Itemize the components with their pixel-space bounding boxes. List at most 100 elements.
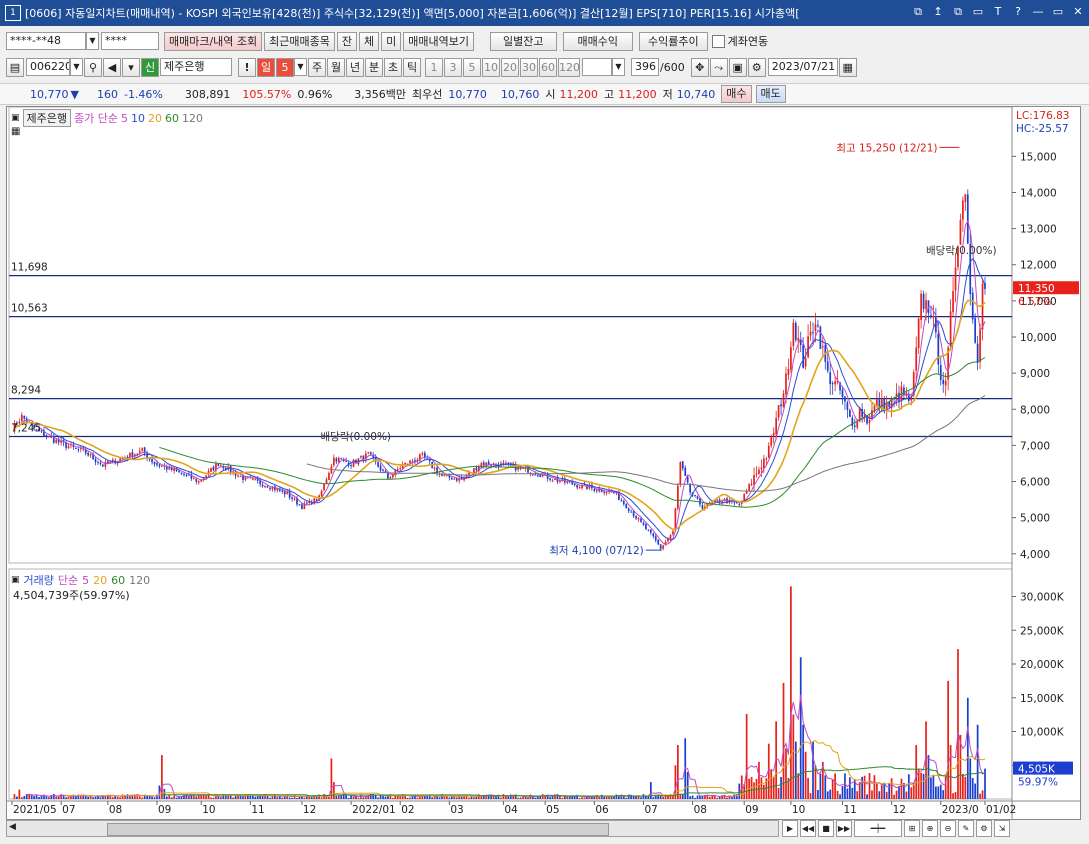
stock-code-input[interactable]: 006220 — [26, 58, 70, 76]
candle-body — [755, 473, 758, 475]
bar-count-input[interactable]: 396 — [631, 58, 659, 76]
search-icon[interactable]: ⚲ — [84, 57, 102, 77]
volume-bar — [20, 797, 23, 799]
scroll-left-icon[interactable]: ◀ — [9, 822, 16, 832]
chart-settings-icon[interactable]: ⚙ — [976, 820, 992, 837]
grid-toggle-icon[interactable]: ▦ — [11, 126, 20, 137]
candle-body — [701, 505, 704, 509]
period-month-button[interactable]: 월 — [327, 57, 345, 77]
zoom-slider[interactable]: ━┿━ — [854, 820, 902, 837]
fast-forward-icon[interactable]: ▶▶ — [836, 820, 852, 837]
interval-30-button[interactable]: 30 — [520, 57, 538, 77]
volume-ratio: 105.57% — [242, 87, 292, 101]
candle-body — [350, 465, 352, 467]
volume-bar — [254, 796, 257, 799]
tool-icon[interactable]: ⤳ — [709, 57, 728, 77]
candle-body — [183, 473, 185, 475]
buy-button[interactable]: 매수 — [721, 85, 752, 103]
speaker-icon[interactable]: ◀ — [103, 57, 121, 77]
current-price-tag-label: 11,350 — [1018, 283, 1055, 295]
volume-collapse-icon[interactable]: ▣ — [11, 575, 20, 585]
interval-10-button[interactable]: 10 — [482, 57, 500, 77]
link-icon[interactable]: ⧉ — [911, 4, 925, 20]
interval-3-button[interactable]: 3 — [444, 57, 462, 77]
period-dropdown-icon[interactable]: ▼ — [294, 58, 307, 76]
chart-navigation: ▶ ◀◀ ■ ▶▶ ━┿━ ⊞ ⊕ ⊖ ✎ ⚙ ⇲ — [782, 820, 1010, 837]
collapse-icon[interactable]: ▣ — [11, 113, 20, 123]
low-annotation: 최저 4,100 (07/12) — [549, 545, 644, 557]
volume-bar — [126, 794, 129, 799]
period-week-button[interactable]: 주 — [308, 57, 326, 77]
volume-bar — [116, 796, 119, 799]
trade-profit-button[interactable]: 매매수익 — [562, 31, 633, 51]
interval-5-button[interactable]: 5 — [463, 57, 481, 77]
password-input[interactable]: **** — [101, 32, 159, 50]
pen-icon[interactable]: ✎ — [958, 820, 974, 837]
account-input[interactable]: ****-**48 — [6, 32, 86, 50]
settings-icon[interactable]: ⚙ — [747, 57, 766, 77]
candle-body — [180, 472, 183, 474]
pin-icon[interactable]: ↥ — [931, 4, 945, 20]
interval-20-button[interactable]: 20 — [501, 57, 519, 77]
stop-icon[interactable]: ■ — [818, 820, 834, 837]
turnover-rate: 0.96% — [297, 87, 333, 101]
volume-bar — [711, 795, 714, 799]
export-icon[interactable]: ⇲ — [994, 820, 1010, 837]
help-icon[interactable]: ? — [1011, 4, 1025, 20]
account-link-checkbox[interactable] — [711, 34, 725, 48]
sell-button[interactable]: 매도 — [755, 85, 786, 103]
alert-icon[interactable]: ! — [238, 57, 256, 77]
pan-icon[interactable]: ✥ — [690, 57, 709, 77]
executed-button[interactable]: 체 — [359, 31, 380, 51]
candle-body — [195, 478, 198, 482]
copy-icon[interactable]: ⧉ — [951, 4, 965, 20]
volume-bar — [357, 797, 360, 799]
close-icon[interactable]: ✕ — [1071, 4, 1085, 20]
trade-history-button[interactable]: 매매내역보기 — [403, 31, 475, 51]
recent-trades-button[interactable]: 최근매매종목 — [264, 31, 335, 51]
code-dropdown-icon[interactable]: ▼ — [70, 58, 83, 76]
period-day-button[interactable]: 일 — [257, 57, 275, 77]
legend-stock-name[interactable]: 제주은행 — [22, 109, 71, 127]
list-icon[interactable]: ▾ — [122, 57, 140, 77]
candle-body — [578, 487, 581, 489]
candle-body — [635, 516, 637, 519]
return-trend-button[interactable]: 수익률추이 — [638, 31, 708, 51]
interval-dropdown-icon[interactable]: ▼ — [612, 58, 625, 76]
daily-balance-button[interactable]: 일별잔고 — [490, 31, 557, 51]
time-tick-label: 11 — [843, 804, 856, 816]
chart-menu-icon[interactable]: ▤ — [6, 57, 24, 77]
account-dropdown-icon[interactable]: ▼ — [86, 32, 99, 50]
period-minute-button[interactable]: 분 — [365, 57, 383, 77]
period-year-button[interactable]: 년 — [346, 57, 364, 77]
interval-120-button[interactable]: 120 — [558, 57, 580, 77]
volume-bar — [841, 786, 844, 799]
zoom-in-icon[interactable]: ⊕ — [922, 820, 938, 837]
chart-area[interactable]: 4,000 5,000 6,000 7,000 8,000 9,000 10,000 11,0… — [6, 106, 1081, 820]
price-volume-chart[interactable]: 4,0005,0006,0007,0008,0009,00010,00011,0… — [7, 106, 1080, 819]
interval-60-button[interactable]: 60 — [539, 57, 557, 77]
layout-icon[interactable]: ▭ — [971, 4, 985, 20]
period-n-input[interactable]: 5 — [276, 57, 294, 77]
maximize-icon[interactable]: ▭ — [1051, 4, 1065, 20]
font-icon[interactable]: T — [991, 4, 1005, 20]
minimize-icon[interactable]: — — [1031, 4, 1045, 20]
date-input[interactable]: 2023/07/21 — [767, 58, 838, 76]
calendar-icon[interactable]: ▦ — [838, 57, 857, 77]
interval-1-button[interactable]: 1 — [425, 57, 443, 77]
save-icon[interactable]: ▣ — [728, 57, 747, 77]
zoom-out-icon[interactable]: ⊖ — [940, 820, 956, 837]
candle-body — [237, 475, 239, 477]
horizontal-scrollbar[interactable]: ◀ — [6, 820, 779, 837]
rewind-icon[interactable]: ◀◀ — [800, 820, 816, 837]
period-second-button[interactable]: 초 — [384, 57, 402, 77]
balance-button[interactable]: 잔 — [336, 31, 358, 51]
unexecuted-button[interactable]: 미 — [381, 31, 402, 51]
grid-icon[interactable]: ⊞ — [904, 820, 920, 837]
period-tick-button[interactable]: 틱 — [403, 57, 421, 77]
trade-mark-query-button[interactable]: 매매마크/내역 조회 — [164, 31, 263, 51]
scroll-thumb[interactable] — [107, 823, 609, 836]
volume-bar — [310, 797, 313, 799]
interval-custom-input[interactable] — [582, 58, 612, 76]
step-forward-icon[interactable]: ▶ — [782, 820, 798, 837]
